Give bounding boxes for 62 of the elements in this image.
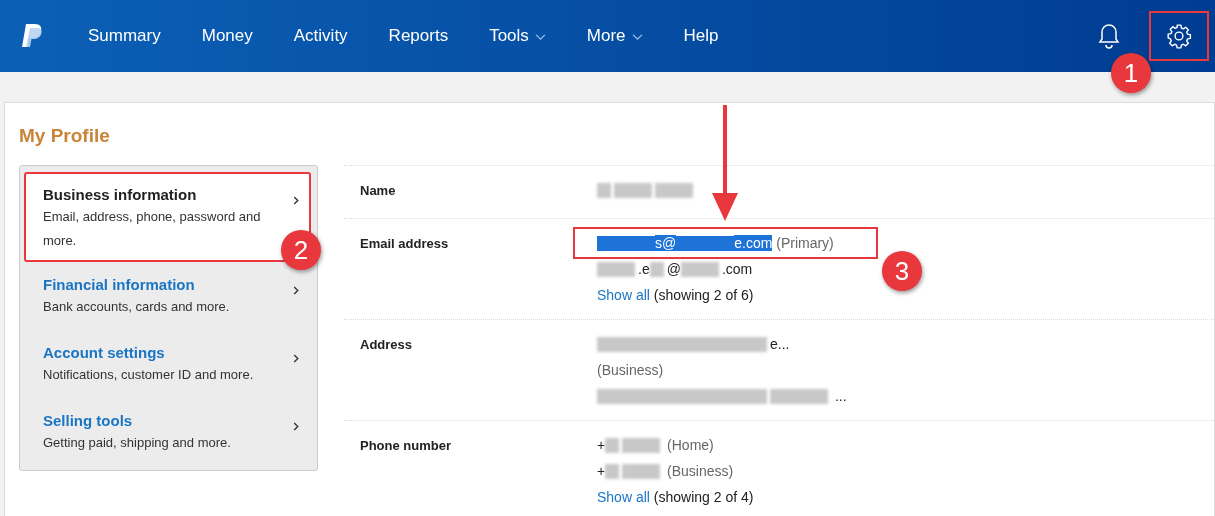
- redacted-text: [614, 182, 652, 198]
- show-all-link[interactable]: Show all: [597, 287, 650, 303]
- sidebar-item-title: Selling tools: [43, 412, 134, 429]
- sidebar-item[interactable]: Selling tools Getting paid, shipping and more.: [24, 398, 311, 466]
- logo-icon[interactable]: [20, 22, 44, 50]
- value-text: s@: [655, 235, 677, 251]
- show-all-link[interactable]: Show all: [597, 489, 650, 505]
- nav-menu-item[interactable]: Summary: [88, 26, 161, 46]
- value-text: e...: [770, 336, 790, 352]
- sidebar-item-description: Getting paid, shipping and more.: [43, 434, 232, 452]
- sidebar-item-title: Account settings: [43, 344, 166, 361]
- value-text: ...: [833, 388, 847, 404]
- step-number-badge: 1: [1111, 53, 1151, 93]
- field-label: Phone number: [360, 437, 452, 455]
- redacted-text: [622, 437, 661, 453]
- value-text: +: [597, 463, 606, 479]
- value-text: .e: [638, 261, 650, 277]
- page-title: My Profile: [19, 125, 111, 147]
- nav-menu-item[interactable]: Tools: [489, 26, 546, 46]
- redacted-text: [597, 261, 635, 277]
- redacted-text: [597, 235, 655, 251]
- redacted-text: [605, 463, 620, 479]
- nav-menu-item[interactable]: Help: [683, 26, 719, 46]
- sidebar-item-title: Financial information: [43, 276, 196, 293]
- redacted-text: [655, 182, 693, 198]
- field-label: Email address: [360, 235, 450, 253]
- chevron-right-icon: [293, 196, 299, 205]
- step-number-badge: 3: [882, 251, 922, 291]
- value-text: e.com: [734, 235, 773, 251]
- sidebar-item[interactable]: Account settings Notifications, customer ID and more.: [24, 330, 311, 398]
- redacted-text: [605, 437, 620, 453]
- bell-icon[interactable]: [1097, 22, 1121, 50]
- redacted-text: [597, 182, 611, 198]
- chevron-right-icon: [293, 286, 299, 295]
- value-text: .com: [721, 261, 753, 277]
- settings-icon: [1166, 23, 1192, 49]
- redacted-text: [622, 463, 661, 479]
- value-note: (Business): [666, 463, 734, 479]
- value-text: @: [666, 261, 681, 277]
- step-number-badge: 2: [281, 230, 321, 270]
- value-note: (Home): [666, 437, 714, 453]
- value-text: (showing 2 of 4): [652, 489, 754, 505]
- chevron-right-icon: [293, 354, 299, 363]
- field-label: Address: [360, 336, 414, 354]
- redacted-text: [770, 388, 828, 404]
- field-label: Name: [360, 182, 397, 200]
- settings-button[interactable]: [1149, 11, 1209, 61]
- nav-menu-item[interactable]: More: [586, 26, 643, 46]
- redacted-text: [649, 261, 664, 277]
- value-text: +: [597, 437, 606, 453]
- sidebar-item-description: Bank accounts, cards and more.: [43, 298, 231, 316]
- chevron-right-icon: [293, 422, 299, 431]
- nav-menu-item[interactable]: Reports: [388, 26, 449, 46]
- value-text: (showing 2 of 6): [652, 287, 754, 303]
- sidebar-item-description: Notifications, customer ID and more.: [43, 366, 255, 384]
- sidebar-item-title: Business information: [43, 186, 198, 203]
- nav-menu-item[interactable]: Activity: [293, 26, 348, 46]
- redacted-text: [680, 261, 719, 277]
- value-note: (Business): [597, 362, 664, 378]
- sidebar-item-description: Email, address, phone, password and more.: [43, 208, 262, 250]
- value-note: (Primary): [775, 235, 834, 251]
- nav-menu-item[interactable]: Money: [201, 26, 253, 46]
